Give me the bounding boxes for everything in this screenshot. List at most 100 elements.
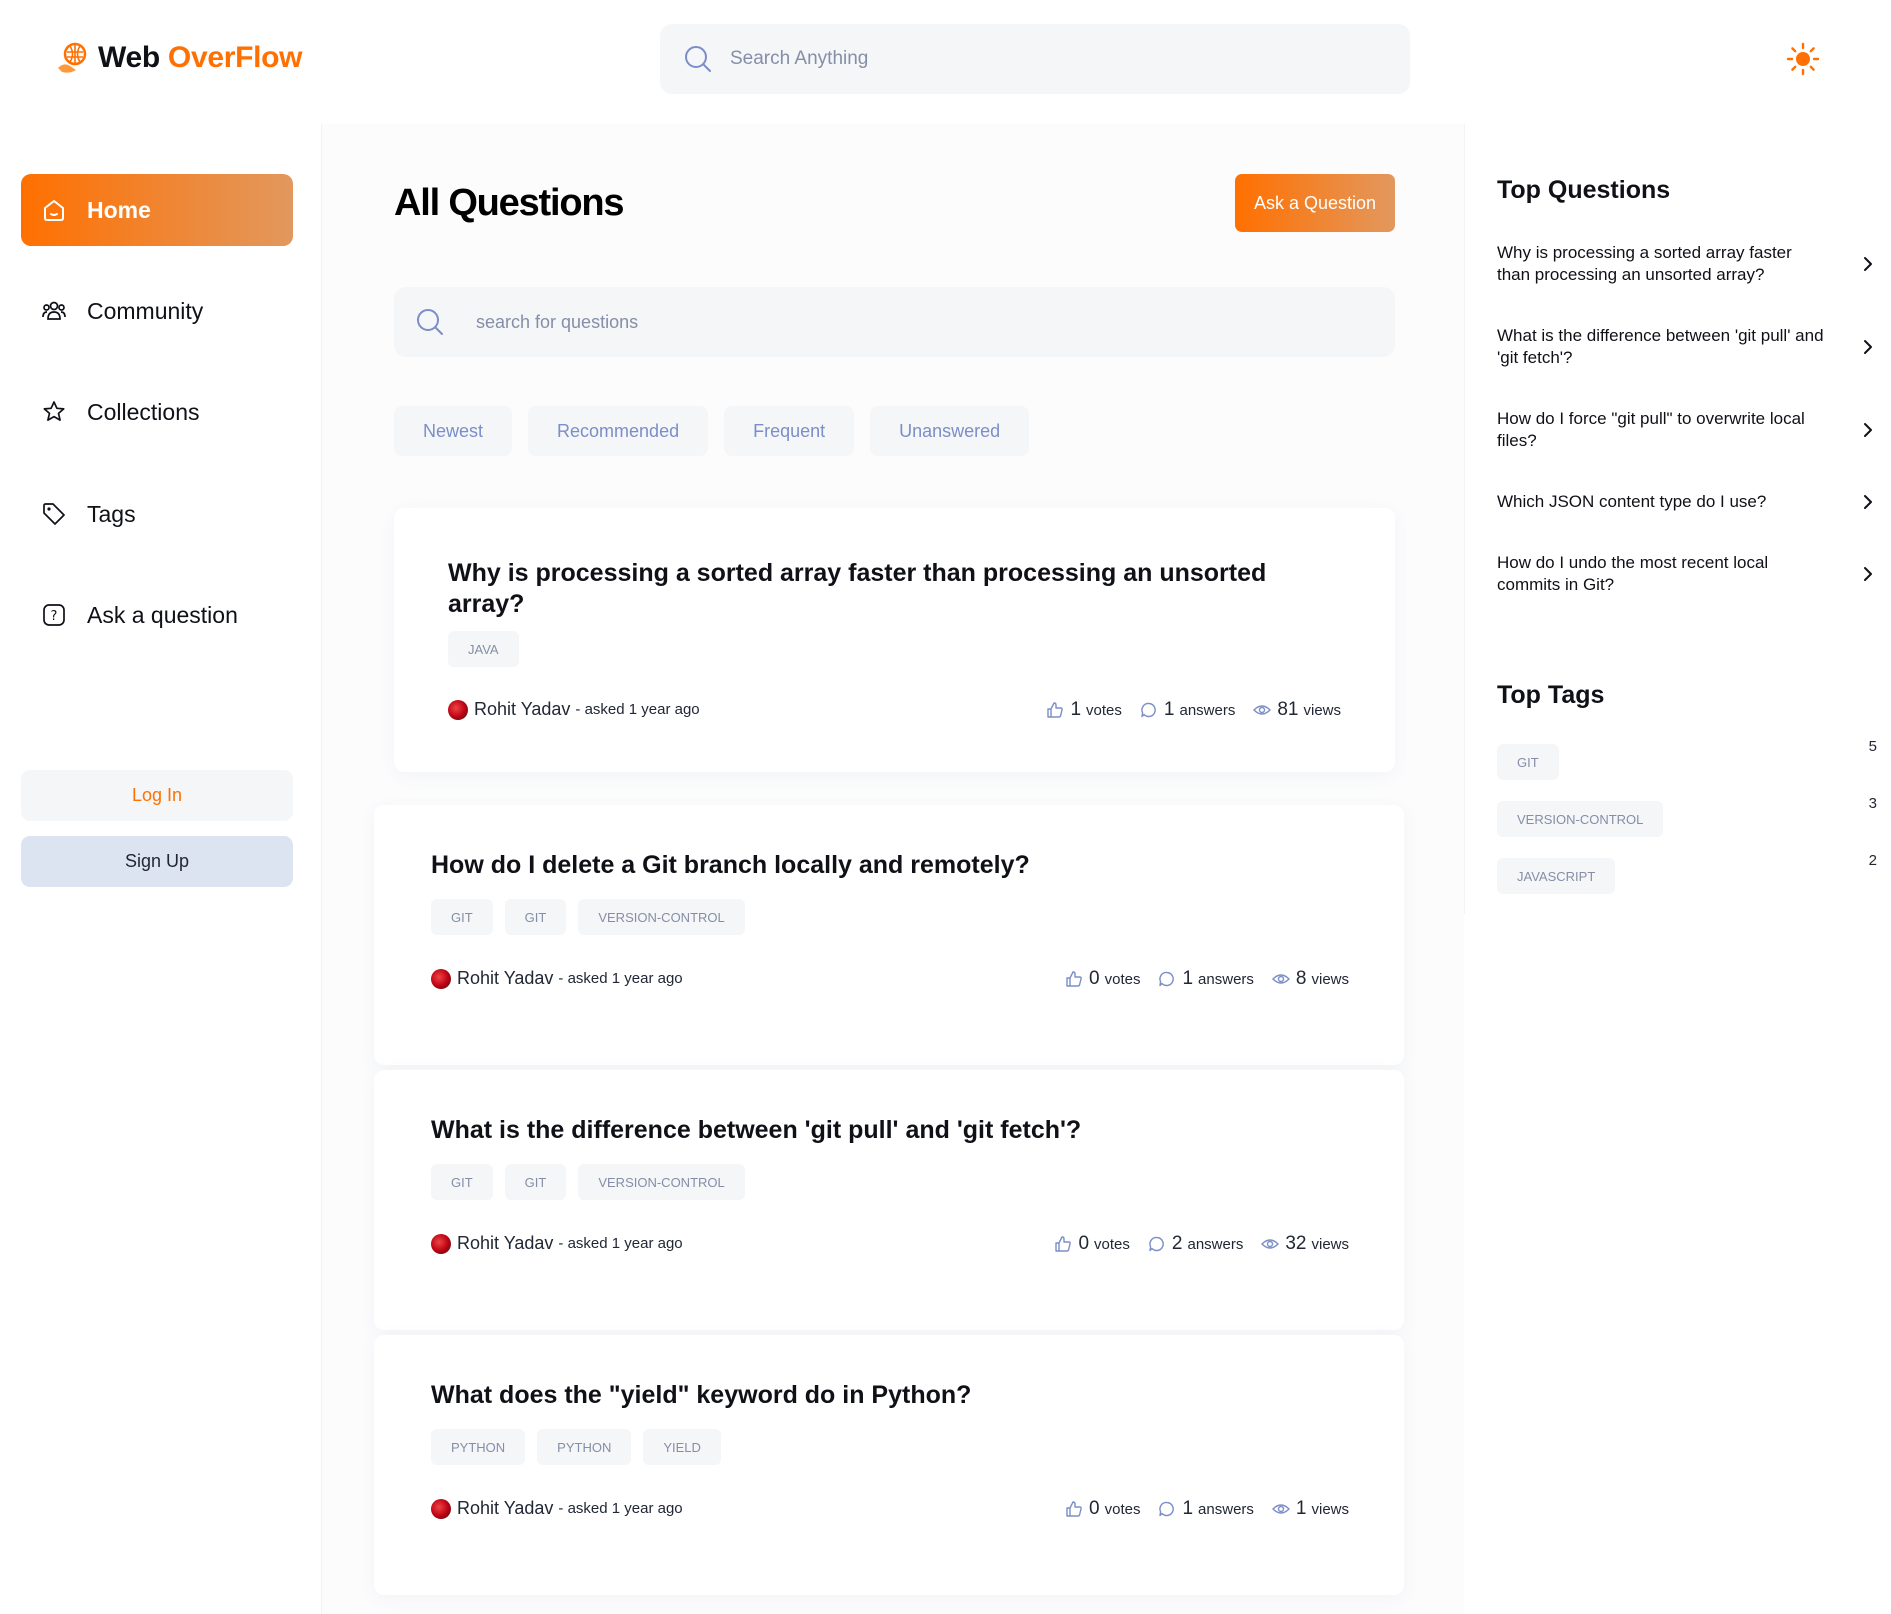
votes-label: votes <box>1094 1235 1130 1253</box>
sidebar-item-community[interactable]: Community <box>21 275 293 347</box>
tag-badge[interactable]: GIT <box>504 1164 567 1200</box>
search-icon <box>685 46 711 72</box>
global-search-bar[interactable] <box>660 24 1410 94</box>
chevron-right-icon <box>1864 423 1872 437</box>
question-card: What does the "yield" keyword do in Pyth… <box>374 1335 1404 1595</box>
answers-label: answers <box>1198 1500 1254 1518</box>
question-metrics: 0 votes 1 answers 1 views <box>1047 1498 1349 1520</box>
question-title[interactable]: How do I delete a Git branch locally and… <box>431 850 1331 881</box>
signup-button[interactable]: Sign Up <box>21 836 293 887</box>
votes-count: 1 <box>1070 699 1082 720</box>
tag-badge[interactable]: VERSION-CONTROL <box>578 1164 745 1200</box>
question-card: How do I delete a Git branch locally and… <box>374 805 1404 1065</box>
author-name[interactable]: Rohit Yadav <box>457 1498 553 1519</box>
author-name[interactable]: Rohit Yadav <box>457 968 553 989</box>
tag-badge[interactable]: GIT <box>431 899 493 935</box>
sidebar-item-label: Tags <box>87 500 136 527</box>
answers-count: 2 <box>1171 1233 1183 1254</box>
top-questions-heading: Top Questions <box>1497 176 1671 204</box>
login-button[interactable]: Log In <box>21 770 293 821</box>
tag-badge[interactable]: JAVA <box>448 631 519 667</box>
thumbs-up-icon <box>1066 971 1082 987</box>
answers-metric: 1 answers <box>1158 1498 1254 1520</box>
votes-metric: 1 votes <box>1046 699 1122 721</box>
question-search-input[interactable] <box>476 311 1276 333</box>
asked-time: - asked 1 year ago <box>558 1235 683 1252</box>
top-question-item[interactable]: How do I undo the most recent local comm… <box>1497 552 1877 596</box>
top-question-item[interactable]: What is the difference between 'git pull… <box>1497 325 1877 369</box>
sidebar-item-ask-question[interactable]: ? Ask a question <box>21 579 293 651</box>
votes-count: 0 <box>1078 1233 1090 1254</box>
tag-badge[interactable]: GIT <box>1497 744 1559 780</box>
eye-icon <box>1271 1504 1290 1514</box>
avatar[interactable] <box>431 1498 451 1519</box>
votes-metric: 0 votes <box>1065 1498 1140 1520</box>
answers-label: answers <box>1179 701 1236 719</box>
message-icon <box>1141 702 1156 718</box>
filter-frequent[interactable]: Frequent <box>724 406 855 456</box>
tag-badge[interactable]: GIT <box>431 1164 493 1200</box>
tag-badge[interactable]: GIT <box>504 899 567 935</box>
question-tags: GIT GIT VERSION-CONTROL <box>431 1164 745 1200</box>
filter-recommended[interactable]: Recommended <box>528 406 709 456</box>
question-search-bar[interactable] <box>394 287 1395 357</box>
answers-label: answers <box>1198 970 1254 988</box>
question-tags: GIT GIT VERSION-CONTROL <box>431 899 745 935</box>
answers-metric: 1 answers <box>1158 968 1254 990</box>
answers-count: 1 <box>1182 1498 1194 1519</box>
filter-unanswered[interactable]: Unanswered <box>870 406 1030 456</box>
question-title[interactable]: What is the difference between 'git pull… <box>431 1115 1331 1146</box>
votes-count: 0 <box>1089 1498 1100 1519</box>
tag-badge[interactable]: PYTHON <box>537 1429 632 1465</box>
top-question-item[interactable]: Which JSON content type do I use? <box>1497 491 1877 513</box>
top-question-text: How do I undo the most recent local comm… <box>1497 553 1769 594</box>
avatar[interactable] <box>431 968 451 989</box>
global-search-input[interactable] <box>730 48 1330 70</box>
svg-text:?: ? <box>51 609 58 624</box>
votes-metric: 0 votes <box>1054 1233 1130 1255</box>
question-title[interactable]: Why is processing a sorted array faster … <box>448 558 1308 620</box>
views-label: views <box>1311 1500 1349 1518</box>
votes-label: votes <box>1104 970 1141 988</box>
top-navbar: Web OverFlow <box>0 0 1891 124</box>
eye-icon <box>1253 705 1272 715</box>
avatar[interactable] <box>431 1233 451 1254</box>
question-card: Why is processing a sorted array faster … <box>394 508 1395 772</box>
sidebar-item-collections[interactable]: Collections <box>21 376 293 448</box>
sidebar-item-label: Community <box>87 297 204 324</box>
ask-question-button[interactable]: Ask a Question <box>1235 174 1395 232</box>
filter-newest[interactable]: Newest <box>394 406 513 456</box>
sidebar-item-home[interactable]: Home <box>21 174 293 246</box>
sidebar-item-tags[interactable]: Tags <box>21 478 293 550</box>
chevron-right-icon <box>1864 495 1872 509</box>
search-icon <box>417 309 443 335</box>
top-question-item[interactable]: Why is processing a sorted array faster … <box>1497 242 1877 286</box>
author-name[interactable]: Rohit Yadav <box>457 1233 553 1254</box>
votes-metric: 0 votes <box>1065 968 1140 990</box>
logo-icon <box>58 42 87 73</box>
tag-badge[interactable]: VERSION-CONTROL <box>1497 801 1664 837</box>
views-count: 8 <box>1295 968 1307 989</box>
tag-badge[interactable]: YIELD <box>643 1429 721 1465</box>
top-question-item[interactable]: How do I force "git pull" to overwrite l… <box>1497 408 1877 452</box>
question-author: Rohit Yadav - asked 1 year ago <box>431 1498 683 1519</box>
tag-badge[interactable]: PYTHON <box>431 1429 526 1465</box>
eye-icon <box>1271 974 1290 984</box>
answers-count: 1 <box>1163 699 1175 720</box>
message-icon <box>1159 1501 1175 1517</box>
top-tags-heading: Top Tags <box>1497 681 1605 709</box>
tag-badge[interactable]: VERSION-CONTROL <box>578 899 745 935</box>
tag-badge[interactable]: JAVASCRIPT <box>1497 858 1616 894</box>
star-icon <box>43 401 65 421</box>
right-sidebar: Top Questions Why is processing a sorted… <box>1464 124 1891 914</box>
top-question-text: How do I force "git pull" to overwrite l… <box>1497 409 1805 450</box>
author-name[interactable]: Rohit Yadav <box>474 699 570 720</box>
question-author: Rohit Yadav - asked 1 year ago <box>431 968 683 989</box>
question-title[interactable]: What does the "yield" keyword do in Pyth… <box>431 1380 1331 1411</box>
tag-count: 5 <box>1868 738 1877 755</box>
sun-icon[interactable] <box>1786 42 1820 76</box>
votes-label: votes <box>1086 701 1122 719</box>
site-logo[interactable]: Web OverFlow <box>54 40 303 76</box>
avatar[interactable] <box>448 699 468 720</box>
views-metric: 32 views <box>1261 1233 1349 1255</box>
